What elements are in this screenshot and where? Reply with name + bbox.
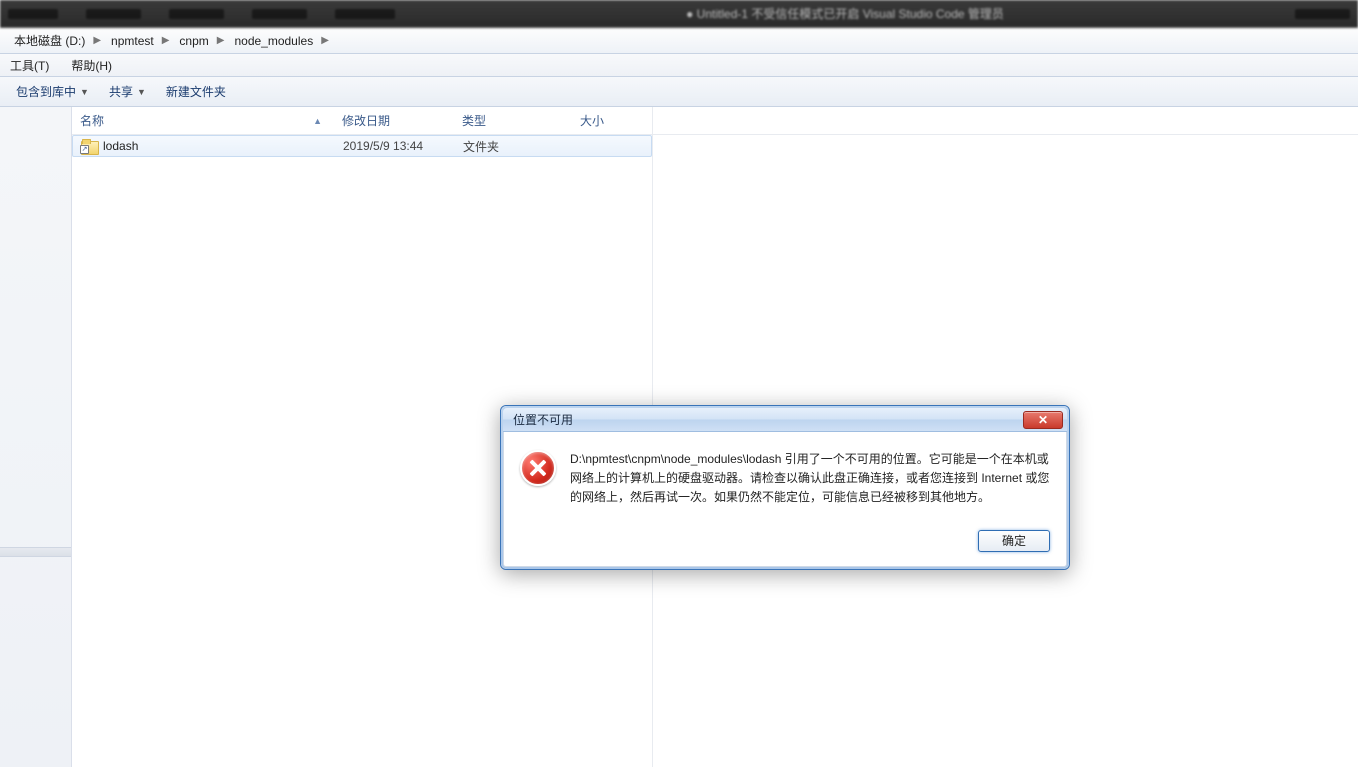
chevron-right-icon[interactable]: ▶ [217,35,225,46]
menu-bar: 工具(T) 帮助(H) [0,54,1358,77]
column-header-size[interactable]: 大小 [572,112,650,129]
breadcrumb-label: npmtest [111,34,154,48]
close-button[interactable]: ✕ [1023,411,1063,429]
column-headers: 名称 ▲ 修改日期 类型 大小 [72,107,1358,135]
sort-asc-icon: ▲ [313,116,322,126]
menu-blur [335,9,395,19]
column-header-date[interactable]: 修改日期 [334,112,454,129]
breadcrumb-item-root[interactable]: 本地磁盘 (D:) [6,30,91,51]
chevron-right-icon[interactable]: ▶ [321,35,329,46]
breadcrumb-item[interactable]: node_modules [226,32,319,50]
chevron-right-icon[interactable]: ▶ [162,35,170,46]
toolbar-label: 新建文件夹 [166,83,226,100]
dialog-title-text: 位置不可用 [513,411,573,428]
dialog-titlebar[interactable]: 位置不可用 ✕ [503,408,1067,432]
column-label: 名称 [80,112,104,129]
toolbar-include-in-library[interactable]: 包含到库中 ▼ [6,79,99,104]
file-date: 2019/5/9 13:44 [335,139,455,153]
close-icon: ✕ [1038,413,1048,427]
toolbar-label: 包含到库中 [16,83,76,100]
dialog-message: D:\npmtest\cnpm\node_modules\lodash 引用了一… [570,450,1050,508]
toolbar-new-folder[interactable]: 新建文件夹 [156,79,236,104]
list-item[interactable]: ↗ lodash 2019/5/9 13:44 文件夹 [72,135,652,157]
breadcrumb-label: node_modules [234,34,313,48]
toolbar-label: 共享 [109,83,133,100]
file-name: lodash [103,139,138,153]
menu-help[interactable]: 帮助(H) [67,55,116,76]
menu-blur [1295,9,1350,19]
toolbar-share[interactable]: 共享 ▼ [99,79,156,104]
menu-blur [252,9,307,19]
titlebar-text: ● Untitled-1 不受信任模式已开启 Visual Studio Cod… [686,7,1004,21]
breadcrumb-label: 本地磁盘 (D:) [14,32,85,49]
breadcrumb-label: cnpm [179,34,208,48]
breadcrumb-item[interactable]: npmtest [103,32,160,50]
toolbar: 包含到库中 ▼ 共享 ▼ 新建文件夹 [0,77,1358,107]
chevron-down-icon: ▼ [137,87,146,97]
chevron-right-icon[interactable]: ▶ [93,35,101,46]
menu-tools[interactable]: 工具(T) [6,55,53,76]
error-dialog: 位置不可用 ✕ D:\npmtest\cnpm\node_modules\lod… [500,405,1070,570]
sidebar-divider [0,547,71,557]
menu-blur [169,9,224,19]
menu-blur [86,9,141,19]
nav-sidebar [0,107,72,767]
vscode-titlebar: ● Untitled-1 不受信任模式已开启 Visual Studio Cod… [0,0,1358,28]
column-header-type[interactable]: 类型 [454,112,572,129]
breadcrumb-item[interactable]: cnpm [171,32,214,50]
column-header-name[interactable]: 名称 ▲ [72,112,334,129]
menu-blur [8,9,58,19]
file-type: 文件夹 [455,138,573,155]
folder-shortcut-icon: ↗ [81,139,97,153]
chevron-down-icon: ▼ [80,87,89,97]
ok-button[interactable]: 确定 [978,530,1050,552]
error-icon [520,450,556,486]
breadcrumb: 本地磁盘 (D:) ▶ npmtest ▶ cnpm ▶ node_module… [0,28,1358,54]
